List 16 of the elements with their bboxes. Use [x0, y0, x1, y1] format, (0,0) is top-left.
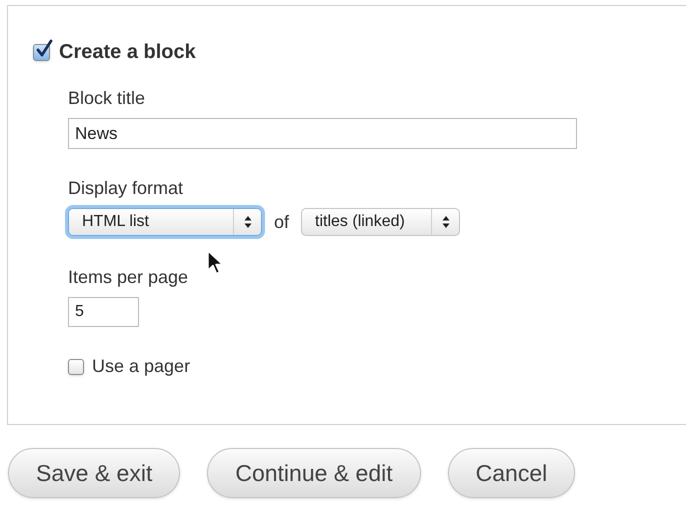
field-label: Items per page — [68, 266, 190, 288]
checkbox-label: Use a pager — [92, 355, 190, 378]
field-label: Display format — [68, 177, 184, 199]
action-button[interactable]: Cancel — [448, 448, 576, 498]
action-button[interactable]: Continue & edit — [207, 448, 421, 498]
field-label: Block title — [68, 87, 146, 109]
up-down-arrows-icon — [244, 215, 252, 229]
connector-text: of — [274, 210, 290, 234]
checkbox[interactable] — [68, 358, 84, 374]
checkbox-label: Create a block — [59, 40, 196, 65]
dropdown[interactable]: HTML list — [68, 208, 262, 236]
dropdown[interactable]: titles (linked) — [301, 208, 460, 236]
block-title-input[interactable]: News — [68, 118, 577, 149]
up-down-arrows-icon — [442, 215, 450, 229]
items-per-page-input[interactable]: 5 — [68, 297, 139, 327]
action-button[interactable]: Save & exit — [8, 448, 180, 498]
